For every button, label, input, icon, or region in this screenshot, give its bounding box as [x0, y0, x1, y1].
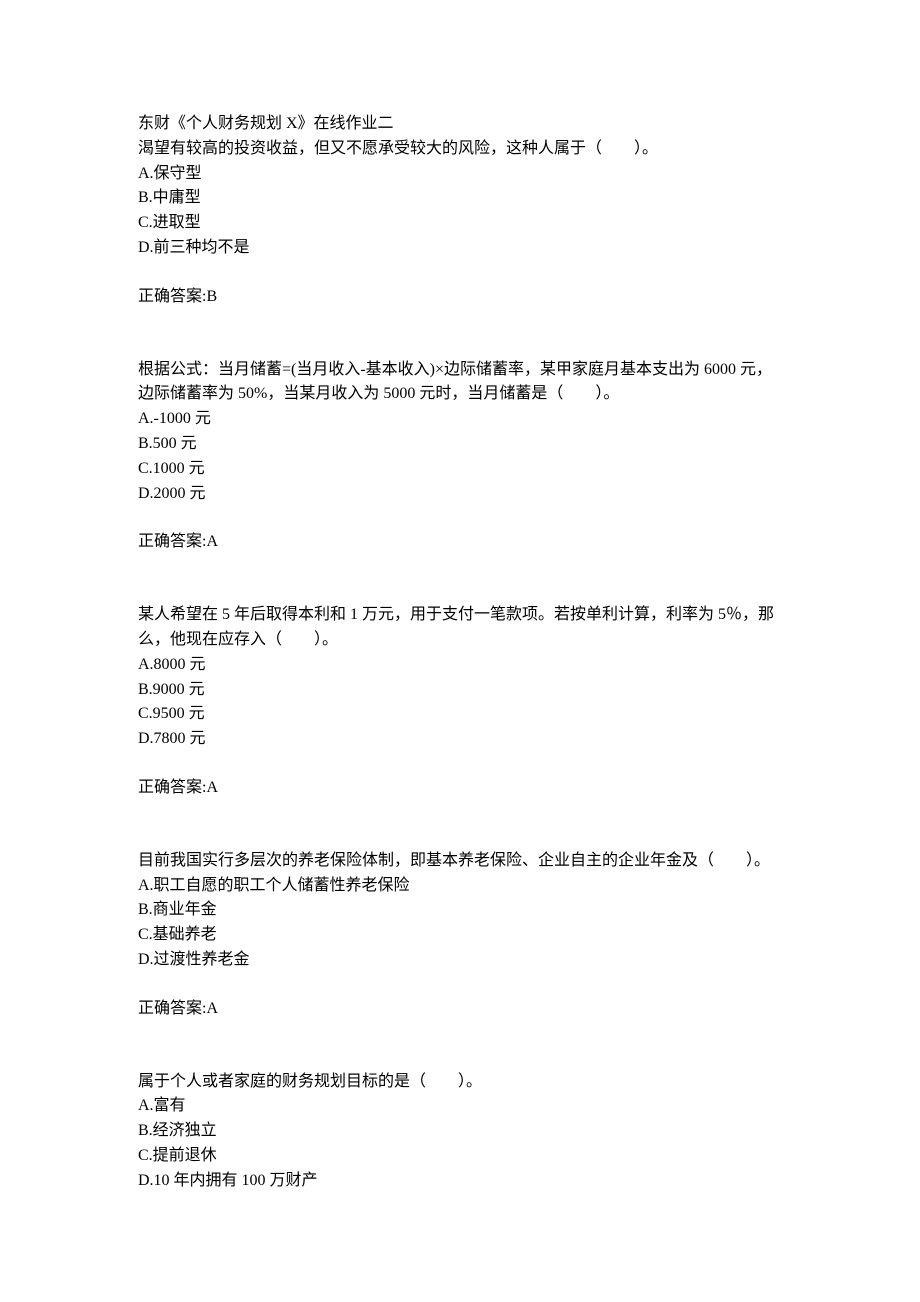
page-title: 东财《个人财务规划 X》在线作业二 — [138, 112, 782, 137]
correct-answer: 正确答案:B — [138, 285, 782, 310]
question-text: 渴望有较高的投资收益，但又不愿承受较大的风险，这种人属于（ ）。 — [138, 137, 782, 162]
question-block: 属于个人或者家庭的财务规划目标的是（ ）。 A.富有 B.经济独立 C.提前退休… — [138, 1070, 782, 1194]
option-a: A.职工自愿的职工个人储蓄性养老保险 — [138, 874, 782, 899]
question-text: 根据公式：当月储蓄=(当月收入-基本收入)×边际储蓄率，某甲家庭月基本支出为 6… — [138, 358, 782, 408]
question-block: 渴望有较高的投资收益，但又不愿承受较大的风险，这种人属于（ ）。 A.保守型 B… — [138, 137, 782, 310]
option-c: C.进取型 — [138, 211, 782, 236]
correct-answer: 正确答案:A — [138, 776, 782, 801]
answer-value: A — [206, 533, 218, 550]
option-a: A.8000 元 — [138, 653, 782, 678]
option-d: D.7800 元 — [138, 727, 782, 752]
question-text: 属于个人或者家庭的财务规划目标的是（ ）。 — [138, 1070, 782, 1095]
answer-value: B — [206, 288, 217, 305]
answer-value: A — [206, 1000, 218, 1017]
option-c: C.基础养老 — [138, 923, 782, 948]
option-c: C.1000 元 — [138, 457, 782, 482]
answer-value: A — [206, 779, 218, 796]
correct-answer: 正确答案:A — [138, 530, 782, 555]
question-text: 某人希望在 5 年后取得本利和 1 万元，用于支付一笔款项。若按单利计算，利率为… — [138, 603, 782, 653]
question-block: 根据公式：当月储蓄=(当月收入-基本收入)×边际储蓄率，某甲家庭月基本支出为 6… — [138, 358, 782, 556]
option-d: D.前三种均不是 — [138, 236, 782, 261]
correct-answer: 正确答案:A — [138, 997, 782, 1022]
option-a: A.保守型 — [138, 162, 782, 187]
answer-prefix: 正确答案: — [138, 288, 206, 305]
answer-prefix: 正确答案: — [138, 1000, 206, 1017]
option-d: D.2000 元 — [138, 482, 782, 507]
option-c: C.9500 元 — [138, 702, 782, 727]
question-block: 目前我国实行多层次的养老保险体制，即基本养老保险、企业自主的企业年金及（ ）。 … — [138, 849, 782, 1022]
question-text: 目前我国实行多层次的养老保险体制，即基本养老保险、企业自主的企业年金及（ ）。 — [138, 849, 782, 874]
option-b: B.中庸型 — [138, 186, 782, 211]
option-d: D.10 年内拥有 100 万财产 — [138, 1169, 782, 1194]
option-b: B.9000 元 — [138, 678, 782, 703]
option-a: A.-1000 元 — [138, 407, 782, 432]
option-b: B.500 元 — [138, 432, 782, 457]
option-b: B.商业年金 — [138, 898, 782, 923]
answer-prefix: 正确答案: — [138, 779, 206, 796]
option-b: B.经济独立 — [138, 1119, 782, 1144]
option-d: D.过渡性养老金 — [138, 948, 782, 973]
option-c: C.提前退休 — [138, 1144, 782, 1169]
answer-prefix: 正确答案: — [138, 533, 206, 550]
question-block: 某人希望在 5 年后取得本利和 1 万元，用于支付一笔款项。若按单利计算，利率为… — [138, 603, 782, 801]
option-a: A.富有 — [138, 1094, 782, 1119]
